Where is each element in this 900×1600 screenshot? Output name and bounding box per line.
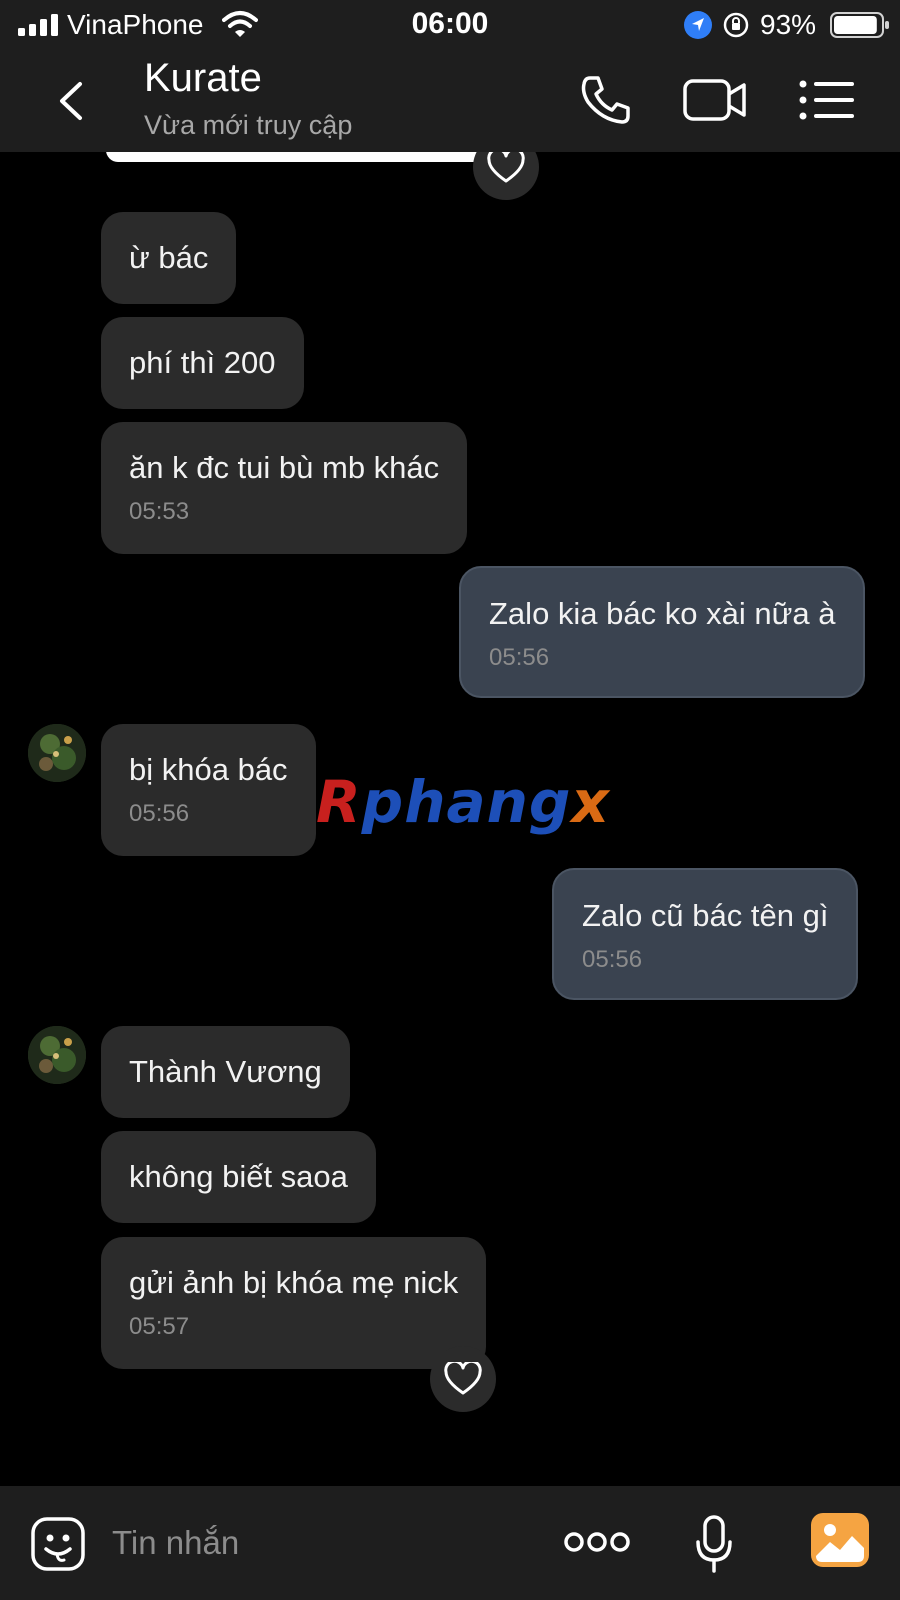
sticker-face-icon[interactable] [30, 1516, 86, 1572]
message-bubble[interactable]: phí thì 200 [101, 317, 304, 409]
back-chevron-icon[interactable] [48, 74, 92, 128]
gallery-image-icon[interactable] [810, 1512, 870, 1568]
message-input-bar [0, 1486, 900, 1600]
phone-call-icon[interactable] [578, 72, 634, 128]
message-text: Thành Vương [129, 1054, 322, 1089]
message-bubble[interactable]: bị khóa bác 05:56 [101, 724, 316, 856]
message-time: 05:56 [582, 946, 643, 973]
message-bubble[interactable]: không biết saoa [101, 1131, 376, 1223]
message-bubble[interactable]: ăn k đc tui bù mb khác 05:53 [101, 422, 468, 554]
watermark-logo: Rphangx [316, 768, 610, 836]
message-text: Zalo cũ bác tên gì [582, 898, 829, 933]
menu-list-icon[interactable] [798, 76, 856, 124]
top-bar: VinaPhone 06:00 93% Kurate Vừa mới truy … [0, 0, 900, 152]
message-time: 05:53 [129, 498, 190, 525]
react-heart-icon[interactable] [473, 152, 539, 200]
battery-percent: 93% [760, 9, 817, 40]
image-message-partial[interactable] [106, 152, 506, 162]
message-bubble[interactable]: Zalo cũ bác tên gì 05:56 [552, 868, 859, 1000]
rotation-lock-icon [723, 12, 749, 38]
message-bubble[interactable]: gửi ảnh bị khóa mẹ nick 05:57 [101, 1237, 487, 1369]
message-text: ăn k đc tui bù mb khác [129, 450, 440, 485]
message-text: Zalo kia bác ko xài nữa à [489, 596, 836, 631]
message-list[interactable]: ừ bác phí thì 200 ăn k đc tui bù mb khác… [0, 152, 900, 1486]
avatar[interactable] [28, 724, 86, 782]
avatar[interactable] [28, 1026, 86, 1084]
message-input[interactable] [112, 1514, 512, 1572]
message-text: phí thì 200 [129, 345, 276, 380]
location-arrow-icon [684, 11, 712, 39]
contact-status: Vừa mới truy cập [144, 110, 353, 140]
message-text: ừ bác [129, 240, 209, 275]
video-call-icon[interactable] [682, 74, 748, 126]
contact-name[interactable]: Kurate [144, 56, 262, 101]
message-bubble[interactable]: Zalo kia bác ko xài nữa à 05:56 [459, 566, 866, 698]
message-bubble[interactable]: ừ bác [101, 212, 237, 304]
message-time: 05:56 [489, 644, 550, 671]
more-dots-icon[interactable] [564, 1528, 630, 1556]
status-bar: VinaPhone 06:00 93% [0, 0, 900, 50]
message-time: 05:57 [129, 1313, 190, 1340]
message-text: bị khóa bác [129, 752, 288, 787]
message-text: không biết saoa [129, 1159, 348, 1194]
react-heart-icon[interactable] [430, 1346, 496, 1412]
battery-icon [830, 12, 889, 38]
message-time: 05:56 [129, 800, 190, 827]
message-bubble[interactable]: Thành Vương [101, 1026, 350, 1118]
message-text: gửi ảnh bị khóa mẹ nick [129, 1265, 459, 1300]
chat-header: Kurate Vừa mới truy cập [0, 50, 900, 152]
microphone-icon[interactable] [694, 1514, 734, 1574]
